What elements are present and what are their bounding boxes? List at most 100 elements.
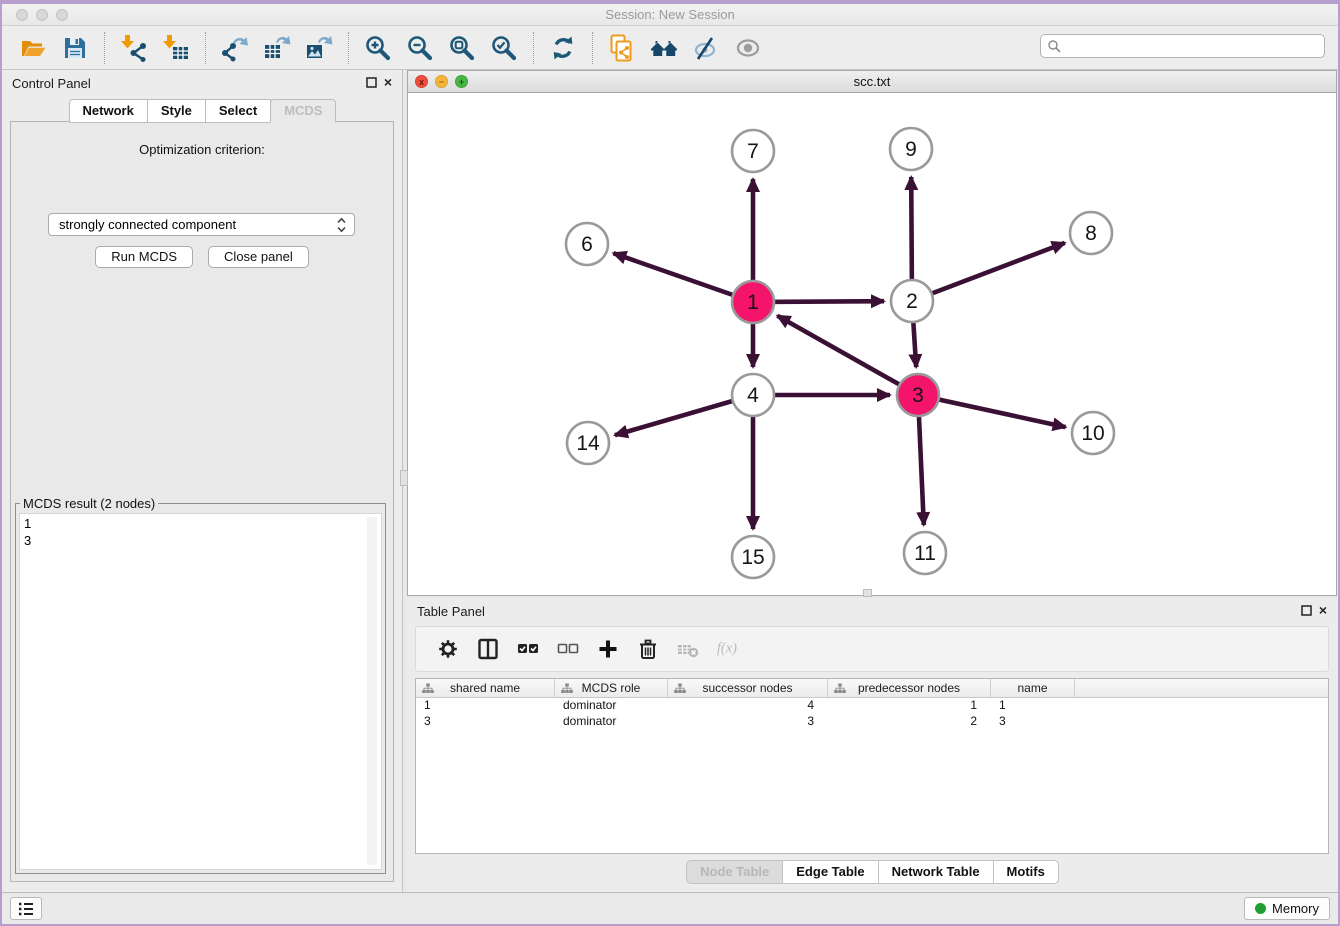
run-mcds-button[interactable]: Run MCDS	[95, 246, 193, 268]
unselect-all-columns-icon[interactable]	[556, 637, 580, 661]
svg-text:7: 7	[747, 140, 759, 163]
import-network-icon[interactable]	[120, 34, 148, 62]
list-icon	[17, 901, 35, 917]
zoom-out-icon[interactable]	[406, 34, 434, 62]
float-table-panel-icon[interactable]	[1301, 605, 1312, 616]
graph-edge[interactable]	[912, 243, 1065, 301]
close-panel-icon[interactable]: ×	[384, 77, 392, 88]
add-icon[interactable]	[596, 637, 620, 661]
graph-node[interactable]: 3	[897, 374, 939, 416]
split-columns-icon[interactable]	[476, 637, 500, 661]
tab-network[interactable]: Network	[69, 99, 148, 123]
table-cell[interactable]: 2	[828, 714, 991, 730]
trash-icon[interactable]	[636, 637, 660, 661]
graph-node[interactable]: 2	[891, 280, 933, 322]
zoom-selected-icon[interactable]	[490, 34, 518, 62]
open-session-icon[interactable]	[19, 34, 47, 62]
zoom-in-icon[interactable]	[364, 34, 392, 62]
function-builder-icon: f(x)	[716, 637, 740, 661]
table-cell[interactable]: 3	[416, 714, 555, 730]
table-cell[interactable]: 1	[416, 698, 555, 714]
control-panel: Control Panel × NetworkStyleSelectMCDS O…	[2, 70, 403, 892]
graph-node[interactable]: 9	[890, 128, 932, 170]
close-table-panel-icon[interactable]: ×	[1319, 605, 1327, 616]
tab-style[interactable]: Style	[147, 99, 206, 123]
save-session-icon[interactable]	[61, 34, 89, 62]
graph-node[interactable]: 11	[904, 532, 946, 574]
network-canvas[interactable]: 7 9 6 8 1 2 4 3 14 10 15 11	[408, 93, 1336, 595]
column-header-name[interactable]: name	[991, 679, 1075, 697]
float-panel-icon[interactable]	[366, 77, 377, 88]
tab-network-table[interactable]: Network Table	[878, 860, 994, 884]
delete-table-icon	[676, 637, 700, 661]
node-table-body: 1dominator4113dominator323	[416, 698, 1328, 730]
export-image-icon[interactable]	[305, 34, 333, 62]
table-toolbar: f(x)	[415, 626, 1329, 672]
table-row[interactable]: 1dominator411	[416, 698, 1328, 714]
show-panel-icon[interactable]	[734, 34, 762, 62]
criterion-select[interactable]: strongly connected component	[48, 213, 355, 236]
graph-node[interactable]: 4	[732, 374, 774, 416]
graph-node[interactable]: 10	[1072, 412, 1114, 454]
graph-node[interactable]: 14	[567, 422, 609, 464]
export-table-icon[interactable]	[263, 34, 291, 62]
table-row[interactable]: 3dominator323	[416, 714, 1328, 730]
graph-edge[interactable]	[777, 316, 918, 395]
tab-mcds[interactable]: MCDS	[270, 99, 336, 123]
graph-node[interactable]: 8	[1070, 212, 1112, 254]
control-panel-title: Control Panel	[12, 76, 91, 91]
close-panel-button[interactable]: Close panel	[208, 246, 309, 268]
graph-node[interactable]: 1	[732, 281, 774, 323]
table-cell[interactable]: 1	[991, 698, 1075, 714]
column-header-successor-nodes[interactable]: successor nodes	[668, 679, 828, 697]
node-table-header: shared nameMCDS rolesuccessor nodesprede…	[416, 679, 1328, 698]
application-window: Session: New Session Control Panel	[0, 0, 1340, 926]
svg-text:11: 11	[914, 542, 936, 565]
select-all-columns-icon[interactable]	[516, 637, 540, 661]
graph-node[interactable]: 6	[566, 223, 608, 265]
toolbar-separator	[348, 32, 349, 64]
search-input[interactable]	[1061, 39, 1324, 53]
task-history-button[interactable]	[10, 897, 42, 920]
tab-motifs[interactable]: Motifs	[993, 860, 1059, 884]
graph-node[interactable]: 7	[732, 130, 774, 172]
mcds-result-text[interactable]: 1 3	[19, 513, 382, 870]
node-table[interactable]: shared nameMCDS rolesuccessor nodesprede…	[415, 678, 1329, 854]
graph-edge[interactable]	[918, 395, 1066, 427]
table-cell[interactable]: 1	[828, 698, 991, 714]
column-header-predecessor-nodes[interactable]: predecessor nodes	[828, 679, 991, 697]
tab-edge-table[interactable]: Edge Table	[782, 860, 878, 884]
zoom-fit-icon[interactable]	[448, 34, 476, 62]
network-view-titlebar[interactable]: x − + scc.txt	[408, 71, 1336, 93]
splitter-handle[interactable]	[863, 589, 872, 597]
clone-network-icon[interactable]	[608, 34, 636, 62]
toolbar-separator	[592, 32, 593, 64]
network-view-window: x − + scc.txt 7 9 6 8 1 2 4 3 14 10 15 11	[407, 70, 1337, 596]
tab-node-table[interactable]: Node Table	[686, 860, 783, 884]
search-field[interactable]	[1040, 34, 1325, 58]
apply-layout-icon[interactable]	[549, 34, 577, 62]
table-cell[interactable]: 4	[668, 698, 828, 714]
import-table-icon[interactable]	[162, 34, 190, 62]
export-network-icon[interactable]	[221, 34, 249, 62]
tab-select[interactable]: Select	[205, 99, 271, 123]
memory-button[interactable]: Memory	[1244, 897, 1330, 920]
svg-text:8: 8	[1085, 222, 1097, 245]
mcds-result-box: MCDS result (2 nodes) 1 3	[15, 496, 386, 874]
status-bar: Memory	[2, 892, 1338, 924]
hierarchy-icon	[561, 683, 573, 694]
table-cell[interactable]: dominator	[555, 714, 668, 730]
hide-panel-icon[interactable]	[692, 34, 720, 62]
gear-icon[interactable]	[436, 637, 460, 661]
table-panel-title: Table Panel	[417, 604, 485, 619]
svg-text:1: 1	[747, 291, 759, 314]
result-scrollbar[interactable]	[367, 517, 377, 865]
graph-node[interactable]: 15	[732, 536, 774, 578]
home-icon[interactable]	[650, 34, 678, 62]
splitter-handle[interactable]	[400, 470, 408, 486]
column-header-MCDS-role[interactable]: MCDS role	[555, 679, 668, 697]
table-cell[interactable]: dominator	[555, 698, 668, 714]
column-header-shared-name[interactable]: shared name	[416, 679, 555, 697]
table-cell[interactable]: 3	[991, 714, 1075, 730]
table-cell[interactable]: 3	[668, 714, 828, 730]
